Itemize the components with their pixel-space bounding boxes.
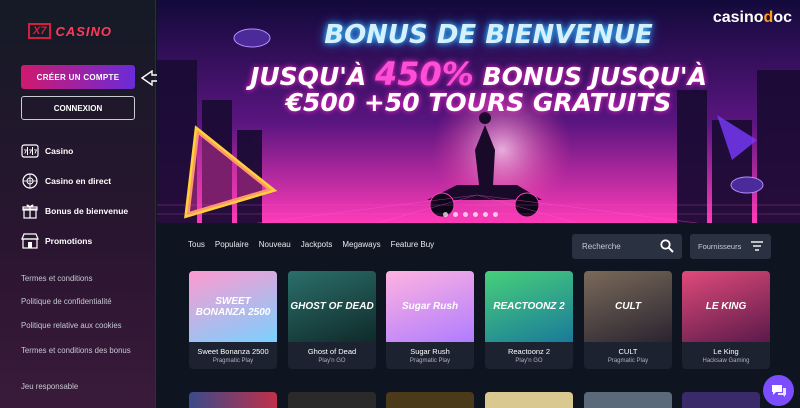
game-card-partial[interactable] (584, 392, 672, 408)
game-card-reactoonz-2[interactable]: REACTOONZ 2 Reactoonz 2 Play'n GO (485, 271, 573, 369)
carousel-dot[interactable] (493, 212, 498, 217)
filter-icon (751, 241, 763, 251)
game-card-partial[interactable] (386, 392, 474, 408)
game-card-partial[interactable] (288, 392, 376, 408)
game-card-le-king[interactable]: LE KING Le King Hacksaw Gaming (682, 271, 770, 369)
sidebar-item-label: Casino (45, 146, 74, 156)
game-title: CULT (618, 347, 638, 356)
logo-word: CASINO (55, 23, 113, 39)
link-responsible-gaming[interactable]: Jeu responsable (21, 381, 146, 392)
banner-offer-line2: €500 +50 TOURS GRATUITS (285, 88, 672, 117)
game-thumbnail: Sugar Rush (386, 271, 474, 342)
gift-icon (21, 203, 39, 219)
game-provider: Play'n GO (318, 358, 346, 364)
sidebar-item-promotions[interactable]: Promotions (21, 233, 92, 249)
carousel-dot[interactable] (473, 212, 478, 217)
game-card-sugar-rush[interactable]: Sugar Rush Sugar Rush Pragmatic Play (386, 271, 474, 369)
partner-logo-a: casino (712, 9, 764, 26)
login-button[interactable]: CONNEXION (21, 96, 135, 120)
slot-machine-icon: 777 (21, 143, 39, 159)
carousel-dot[interactable] (443, 212, 448, 217)
banner-offer-post: BONUS JUSQU'À (473, 62, 707, 91)
game-card-partial[interactable] (485, 392, 573, 408)
sidebar-item-label: Promotions (45, 236, 93, 246)
create-account-button[interactable]: CRÉER UN COMPTE (21, 65, 135, 89)
link-bonus-terms[interactable]: Termes et conditions des bonus (21, 345, 146, 356)
carousel-dot[interactable] (453, 212, 458, 217)
tab-all[interactable]: Tous (188, 240, 205, 249)
roulette-icon (21, 173, 39, 189)
banner-offer-pre: JUSQU'À (250, 62, 375, 91)
sidebar-item-casino[interactable]: 777 Casino (21, 143, 73, 159)
tab-feature-buy[interactable]: Feature Buy (391, 240, 435, 249)
tab-megaways[interactable]: Megaways (342, 240, 380, 249)
search-icon[interactable] (660, 239, 674, 253)
game-card-cult[interactable]: CULT CULT Pragmatic Play (584, 271, 672, 369)
game-provider: Pragmatic Play (212, 358, 254, 364)
game-thumbnail: REACTOONZ 2 (485, 271, 573, 342)
brand-logo[interactable]: X7 CASINO (28, 22, 128, 40)
provider-filter-label: Fournisseurs (698, 242, 742, 251)
game-thumbnail: LE KING (682, 271, 770, 342)
game-provider: Play'n GO (515, 358, 543, 364)
game-card-partial[interactable] (682, 392, 760, 408)
partner-logo: casinodoc (713, 9, 792, 27)
carousel-dots (443, 212, 498, 217)
logo-mark: X7 (28, 23, 52, 39)
tab-popular[interactable]: Populaire (215, 240, 249, 249)
svg-text:7: 7 (24, 150, 28, 156)
game-provider: Pragmatic Play (607, 358, 649, 364)
game-provider: Hacksaw Gaming (702, 358, 750, 364)
tab-new[interactable]: Nouveau (259, 240, 291, 249)
svg-text:7: 7 (29, 150, 33, 156)
game-thumbnail: CULT (584, 271, 672, 342)
tab-jackpots[interactable]: Jackpots (301, 240, 333, 249)
link-terms[interactable]: Termes et conditions (21, 273, 146, 284)
shop-icon (21, 233, 39, 249)
link-privacy[interactable]: Politique de confidentialité (21, 296, 146, 307)
chat-icon (771, 384, 786, 397)
game-title: Le King (713, 347, 739, 356)
carousel-dot[interactable] (483, 212, 488, 217)
game-card-sweet-bonanza[interactable]: SWEET BONANZA 2500 Sweet Bonanza 2500 Pr… (189, 271, 277, 369)
game-card-ghost-of-dead[interactable]: GHOST OF DEAD Ghost of Dead Play'n GO (288, 271, 376, 369)
banner-headline: BONUS DE BIENVENUE (324, 20, 653, 50)
provider-filter[interactable]: Fournisseurs (690, 234, 771, 259)
game-title: Reactoonz 2 (507, 347, 551, 356)
game-thumbnail: GHOST OF DEAD (288, 271, 376, 342)
game-thumbnail: SWEET BONANZA 2500 (189, 271, 277, 342)
game-filter-tabs: Tous Populaire Nouveau Jackpots Megaways… (188, 240, 444, 249)
partner-logo-b: oc (773, 9, 792, 26)
game-card-partial[interactable] (189, 392, 277, 408)
game-title: Sweet Bonanza 2500 (197, 347, 269, 356)
carousel-dot[interactable] (463, 212, 468, 217)
sidebar-item-welcome-bonus[interactable]: Bonus de bienvenue (21, 203, 128, 219)
game-title: Sugar Rush (410, 347, 450, 356)
promo-banner[interactable]: BONUS DE BIENVENUE JUSQU'À 450% BONUS JU… (157, 0, 800, 223)
page: X7 CASINO CRÉER UN COMPTE CONNEXION 777 … (0, 0, 800, 408)
sidebar-item-label: Casino en direct (45, 176, 112, 186)
game-title: Ghost of Dead (307, 347, 357, 356)
svg-text:7: 7 (34, 150, 38, 156)
chat-button[interactable] (763, 375, 794, 406)
sidebar-item-label: Bonus de bienvenue (45, 206, 129, 216)
sidebar: X7 CASINO CRÉER UN COMPTE CONNEXION 777 … (0, 0, 156, 408)
search-placeholder: Recherche (582, 242, 621, 251)
game-provider: Pragmatic Play (409, 358, 451, 364)
search-input[interactable]: Recherche (572, 234, 682, 259)
link-cookies[interactable]: Politique relative aux cookies (21, 320, 146, 331)
sidebar-item-live-casino[interactable]: Casino en direct (21, 173, 111, 189)
partner-logo-o: d (763, 9, 774, 26)
